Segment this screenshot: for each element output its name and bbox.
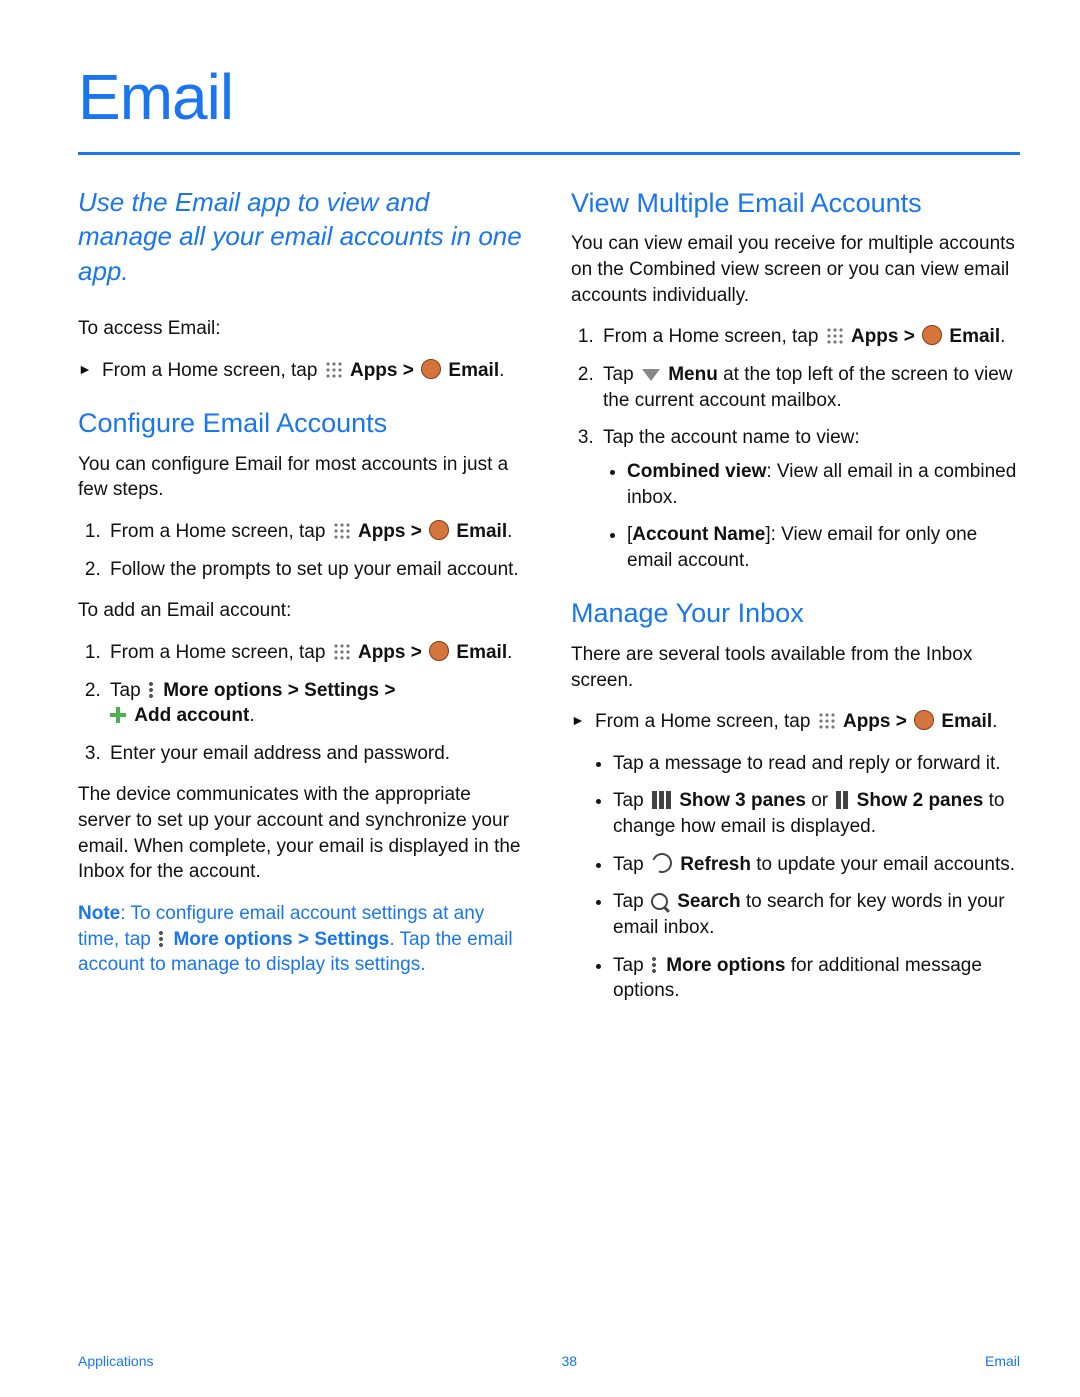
separator: >: [403, 360, 419, 381]
list-item: Tap More options for additional message …: [613, 953, 1020, 1004]
add-lead: To add an Email account:: [78, 598, 527, 624]
list-item: Follow the prompts to set up your email …: [106, 557, 527, 583]
plus-icon: [110, 707, 126, 723]
list-item: Tap More options > Settings > Add accoun…: [106, 678, 527, 729]
two-panes-icon: [836, 791, 848, 809]
page: Email Use the Email app to view and mana…: [0, 0, 1080, 1397]
footer: Applications 38 Email: [78, 1335, 1020, 1369]
add-steps: From a Home screen, tap Apps > Email. Ta…: [78, 640, 527, 767]
refresh-icon: [649, 849, 676, 876]
email-icon: [429, 641, 449, 661]
view-steps: From a Home screen, tap Apps > Email. Ta…: [571, 324, 1020, 573]
more-options-icon: [158, 930, 164, 948]
apps-label: Apps: [350, 360, 398, 381]
intro-blurb: Use the Email app to view and manage all…: [78, 185, 527, 288]
left-column: Use the Email app to view and manage all…: [78, 185, 527, 1335]
title-rule: [78, 152, 1020, 155]
access-step: From a Home screen, tap Apps > Email.: [78, 358, 527, 384]
footer-left: Applications: [78, 1353, 154, 1369]
list-item: Tap Menu at the top left of the screen t…: [599, 362, 1020, 413]
right-column: View Multiple Email Accounts You can vie…: [571, 185, 1020, 1335]
manage-bullets: Tap a message to read and reply or forwa…: [571, 751, 1020, 1004]
content-columns: Use the Email app to view and manage all…: [78, 185, 1020, 1335]
manage-intro: There are several tools available from t…: [571, 642, 1020, 693]
list-item: Enter your email address and password.: [106, 741, 527, 767]
email-icon: [914, 710, 934, 730]
list-item: Combined view: View all email in a combi…: [627, 459, 1020, 510]
list-item: [Account Name]: View email for only one …: [627, 522, 1020, 573]
view-heading: View Multiple Email Accounts: [571, 185, 1020, 221]
apps-icon: [333, 643, 351, 661]
text: From a Home screen, tap: [102, 360, 323, 381]
configure-heading: Configure Email Accounts: [78, 405, 527, 441]
email-icon: [922, 325, 942, 345]
list-item: Tap a message to read and reply or forwa…: [613, 751, 1020, 777]
manage-heading: Manage Your Inbox: [571, 595, 1020, 631]
email-icon: [421, 359, 441, 379]
email-icon: [429, 520, 449, 540]
note-label: Note: [78, 903, 120, 924]
access-lead: To access Email:: [78, 316, 527, 342]
list-item: Tap Search to search for key words in yo…: [613, 889, 1020, 940]
three-panes-icon: [652, 791, 671, 809]
list-item: From a Home screen, tap Apps > Email.: [106, 640, 527, 666]
apps-icon: [826, 327, 844, 345]
list-item: Tap the account name to view: Combined v…: [599, 425, 1020, 573]
configure-steps: From a Home screen, tap Apps > Email. Fo…: [78, 519, 527, 582]
configure-intro: You can configure Email for most account…: [78, 452, 527, 503]
list-item: Tap Show 3 panes or Show 2 panes to chan…: [613, 788, 1020, 839]
list-item: From a Home screen, tap Apps > Email.: [106, 519, 527, 545]
page-number: 38: [561, 1353, 577, 1369]
device-paragraph: The device communicates with the appropr…: [78, 782, 527, 885]
manage-nav: From a Home screen, tap Apps > Email.: [571, 709, 1020, 735]
page-title: Email: [78, 60, 1020, 134]
view-intro: You can view email you receive for multi…: [571, 231, 1020, 308]
apps-icon: [333, 522, 351, 540]
apps-icon: [325, 361, 343, 379]
view-sublist: Combined view: View all email in a combi…: [603, 459, 1020, 574]
apps-icon: [818, 712, 836, 730]
footer-right: Email: [985, 1353, 1020, 1369]
list-item: Tap Refresh to update your email account…: [613, 852, 1020, 878]
search-icon: [651, 893, 668, 910]
more-options-icon: [148, 681, 154, 699]
list-item: From a Home screen, tap Apps > Email.: [599, 324, 1020, 350]
more-options-icon: [651, 956, 657, 974]
email-label: Email: [448, 360, 499, 381]
menu-dropdown-icon: [642, 369, 660, 381]
note: Note: To configure email account setting…: [78, 901, 527, 978]
